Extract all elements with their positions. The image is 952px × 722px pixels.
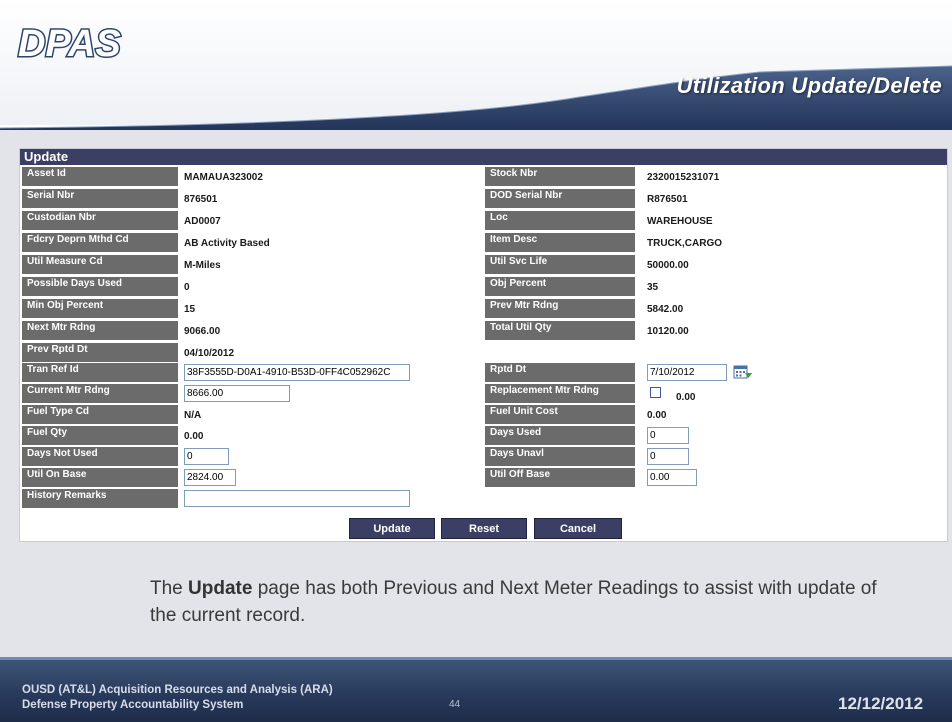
rptd-dt-input[interactable] [647,364,727,381]
asset-id-label: Asset Id [22,167,178,186]
form-buttons: Update Reset Cancel [20,518,947,540]
days-unavl-label: Days Unavl [485,447,635,466]
next-mtr-rdng-label: Next Mtr Rdng [22,321,178,340]
caption-bold: Update [188,578,253,599]
calendar-icon[interactable] [733,364,753,380]
prev-mtr-rdng-label: Prev Mtr Rdng [485,299,635,318]
form-row: History Remarks [20,488,947,509]
item-desc-value: TRUCK,CARGO [647,238,722,249]
form-row: Min Obj Percent 15 Prev Mtr Rdng 5842.00 [20,298,947,319]
form-row: Util On Base Util Off Base [20,467,947,488]
util-off-base-label: Util Off Base [485,468,635,487]
history-remarks-input[interactable] [184,490,410,507]
fuel-qty-value: 0.00 [184,431,204,442]
reset-button[interactable]: Reset [441,518,527,539]
form-row: Fdcry Deprn Mthd Cd AB Activity Based It… [20,232,947,253]
form-row: Current Mtr Rdng Replacement Mtr Rdng 0.… [20,383,947,404]
form-section-title: Update [20,149,947,165]
possible-days-used-label: Possible Days Used [22,277,178,296]
fuel-unit-cost-label: Fuel Unit Cost [485,405,635,424]
serial-nbr-label: Serial Nbr [22,189,178,208]
util-off-base-input[interactable] [647,469,697,486]
min-obj-percent-label: Min Obj Percent [22,299,178,318]
util-svc-life-label: Util Svc Life [485,255,635,274]
total-util-qty-value: 10120.00 [647,326,689,337]
history-remarks-label: History Remarks [22,489,178,508]
form-row: Util Measure Cd M-Miles Util Svc Life 50… [20,254,947,275]
fdcry-deprn-mthd-cd-value: AB Activity Based [184,238,270,249]
svg-text:DPAS: DPAS [18,23,121,65]
page-number: 44 [449,699,461,710]
caption-suffix: page has both Previous and Next Meter Re… [150,578,877,626]
next-mtr-rdng-value: 9066.00 [184,326,221,337]
dod-serial-nbr-label: DOD Serial Nbr [485,189,635,208]
form-row: Serial Nbr 876501 DOD Serial Nbr R876501 [20,188,947,209]
form-row: Prev Rptd Dt 04/10/2012 [20,342,947,363]
replacement-mtr-rdng-checkbox[interactable] [650,387,661,398]
form-row: Asset Id MAMAUA323002 Stock Nbr 23200152… [20,166,947,187]
serial-nbr-value: 876501 [184,194,218,205]
util-measure-cd-label: Util Measure Cd [22,255,178,274]
days-used-label: Days Used [485,426,635,445]
days-not-used-label: Days Not Used [22,447,178,466]
dod-serial-nbr-value: R876501 [647,194,688,205]
footer-date: 12/12/2012 [838,694,924,713]
caption-prefix: The [150,578,189,599]
loc-value: WAREHOUSE [647,216,713,227]
footer-line-2: Defense Property Accountability System [22,699,244,711]
fdcry-deprn-mthd-cd-label: Fdcry Deprn Mthd Cd [22,233,178,252]
days-not-used-input[interactable] [184,448,229,465]
days-unavl-input[interactable] [647,448,689,465]
slide-title: Utilization Update/Delete [676,73,942,98]
current-mtr-rdng-input[interactable] [184,385,290,402]
update-button[interactable]: Update [349,518,435,539]
cancel-button[interactable]: Cancel [534,518,622,539]
prev-rptd-dt-value: 04/10/2012 [184,348,235,359]
item-desc-label: Item Desc [485,233,635,252]
footer-line-1: OUSD (AT&L) Acquisition Resources and An… [22,684,333,696]
replacement-mtr-rdng-value: 0.00 [676,392,696,403]
loc-label: Loc [485,211,635,230]
custodian-nbr-value: AD0007 [184,216,221,227]
days-used-input[interactable] [647,427,689,444]
total-util-qty-label: Total Util Qty [485,321,635,340]
possible-days-used-value: 0 [184,282,190,293]
util-svc-life-value: 50000.00 [647,260,689,271]
form-row: Custodian Nbr AD0007 Loc WAREHOUSE [20,210,947,231]
fuel-type-cd-value: N/A [184,410,202,421]
form-row: Possible Days Used 0 Obj Percent 35 [20,276,947,297]
dpas-logo: DPAS [17,22,123,67]
form-row: Fuel Type Cd N/A Fuel Unit Cost 0.00 [20,404,947,425]
form-row: Days Not Used Days Unavl [20,446,947,467]
obj-percent-value: 35 [647,282,659,293]
asset-id-value: MAMAUA323002 [184,172,263,183]
form-row: Next Mtr Rdng 9066.00 Total Util Qty 101… [20,320,947,341]
util-measure-cd-value: M-Miles [184,260,221,271]
current-mtr-rdng-label: Current Mtr Rdng [22,384,178,403]
min-obj-percent-value: 15 [184,304,196,315]
stock-nbr-label: Stock Nbr [485,167,635,186]
prev-mtr-rdng-value: 5842.00 [647,304,684,315]
util-on-base-input[interactable] [184,469,236,486]
stock-nbr-value: 2320015231071 [647,172,720,183]
slide: DPAS Utilization Update/Delete Update As… [0,0,952,722]
fuel-unit-cost-value: 0.00 [647,410,667,421]
form-row: Fuel Qty 0.00 Days Used [20,425,947,446]
fuel-qty-label: Fuel Qty [22,426,178,445]
util-on-base-label: Util On Base [22,468,178,487]
update-form: Update Asset Id MAMAUA323002 Stock Nbr 2… [19,148,948,542]
tran-ref-id-label: Tran Ref Id [22,363,178,382]
slide-caption: The Update page has both Previous and Ne… [150,575,890,629]
form-row: Tran Ref Id Rptd Dt [20,362,947,383]
obj-percent-label: Obj Percent [485,277,635,296]
tran-ref-id-input[interactable] [184,364,410,381]
footer-organization: OUSD (AT&L) Acquisition Resources and An… [22,683,333,713]
custodian-nbr-label: Custodian Nbr [22,211,178,230]
fuel-type-cd-label: Fuel Type Cd [22,405,178,424]
prev-rptd-dt-label: Prev Rptd Dt [22,343,178,362]
rptd-dt-label: Rptd Dt [485,363,635,382]
replacement-mtr-rdng-label: Replacement Mtr Rdng [485,384,635,403]
